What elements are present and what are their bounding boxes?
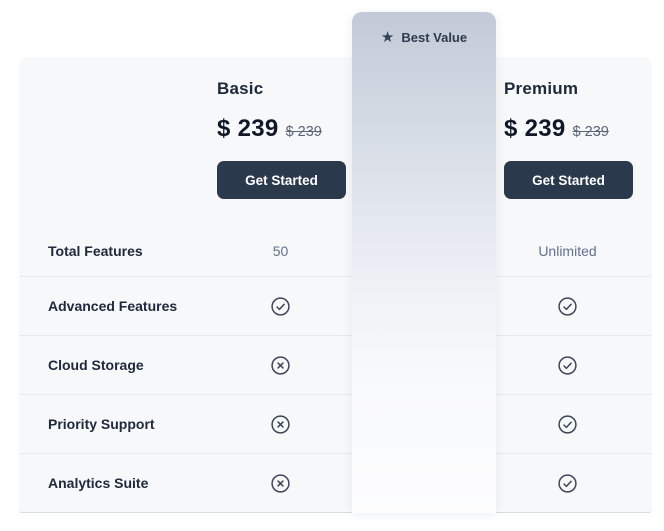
plan-column-basic: Basic $ 239 $ 239 Get Started [209, 57, 352, 199]
check-icon [209, 277, 352, 335]
feature-row-cloud-storage: Cloud Storage [19, 335, 652, 394]
plan-old-price-basic: $ 239 [286, 124, 322, 140]
feature-row-advanced-features: Advanced Features [19, 276, 652, 335]
check-icon [496, 395, 639, 453]
feature-label: Total Features [19, 225, 209, 276]
check-icon [496, 277, 639, 335]
feature-value-basic: 50 [209, 225, 352, 276]
feature-row-analytics-suite: Analytics Suite [19, 453, 652, 512]
feature-value-premium: Unlimited [496, 225, 639, 276]
cross-icon [209, 336, 352, 394]
feature-label: Advanced Features [19, 277, 209, 335]
plan-column-premium: Premium $ 239 $ 239 Get Started [496, 57, 639, 199]
feature-label: Cloud Storage [19, 336, 209, 394]
best-value-label: Best Value [401, 30, 467, 45]
feature-row-total-features: Total Features 50 100 Unlimited [19, 225, 652, 276]
get-started-button-premium[interactable]: Get Started [504, 161, 633, 199]
cross-icon [209, 395, 352, 453]
check-icon [496, 454, 639, 512]
check-icon [496, 336, 639, 394]
best-value-badge: ★ Best Value [352, 27, 496, 47]
plan-name-premium: Premium [504, 79, 578, 99]
standard-column-highlight: ★ Best Value [352, 12, 496, 513]
plan-price-premium: $ 239 [504, 115, 566, 143]
plan-name-basic: Basic [217, 79, 263, 99]
feature-label: Priority Support [19, 395, 209, 453]
plans-header-row: Basic $ 239 $ 239 Get Started Standard $… [19, 57, 652, 225]
pricing-table: ★ Best Value Basic $ 239 $ 239 Get Start… [0, 0, 664, 531]
pricing-card: Basic $ 239 $ 239 Get Started Standard $… [19, 57, 652, 513]
feature-label: Analytics Suite [19, 454, 209, 512]
cross-icon [209, 454, 352, 512]
plan-price-basic: $ 239 [217, 115, 279, 143]
get-started-button-basic[interactable]: Get Started [217, 161, 346, 199]
feature-row-priority-support: Priority Support [19, 394, 652, 453]
price-line-basic: $ 239 $ 239 [217, 115, 322, 143]
plan-old-price-premium: $ 239 [573, 124, 609, 140]
star-icon: ★ [381, 30, 394, 45]
price-line-premium: $ 239 $ 239 [504, 115, 609, 143]
